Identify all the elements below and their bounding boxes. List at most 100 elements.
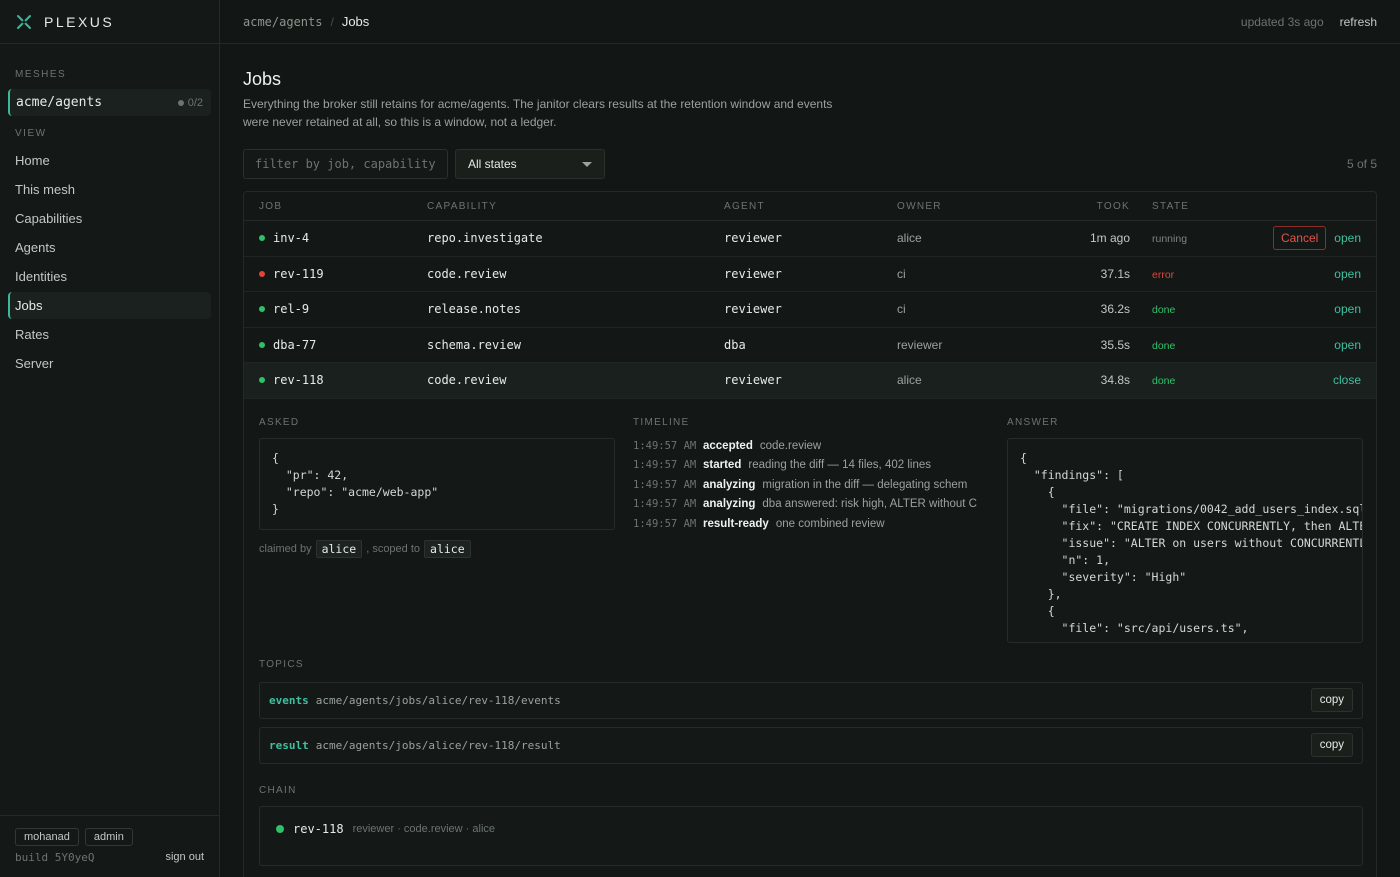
open-link[interactable]: open	[1334, 338, 1361, 352]
timeline-item: 1:49:57 AM started reading the diff — 14…	[633, 457, 991, 474]
sidebar-item-this-mesh[interactable]: This mesh	[8, 176, 211, 203]
open-link[interactable]: open	[1334, 267, 1361, 281]
asked-code: { "pr": 42, "repo": "acme/web-app" }	[259, 437, 615, 530]
role-chip: admin	[84, 828, 133, 846]
job-owner: alice	[897, 231, 922, 246]
job-capability: schema.review	[427, 337, 521, 352]
timeline-item: 1:49:57 AM analyzing migration in the di…	[633, 477, 991, 494]
main-content: Jobs Everything the broker still retains…	[243, 44, 1377, 877]
brand[interactable]: PLEXUS	[0, 0, 219, 44]
status-badge: running	[1152, 233, 1188, 246]
topics-section: TOPICS events acme/agents/jobs/alice/rev…	[259, 659, 1363, 764]
job-took: 37.1s	[1100, 266, 1130, 281]
table-row-selected[interactable]: rev-118 code.review reviewer alice 34.8s…	[244, 363, 1376, 399]
job-owner: alice	[897, 373, 922, 388]
chevron-down-icon	[582, 161, 592, 167]
copy-button[interactable]: copy	[1310, 688, 1353, 712]
timeline-kind: result-ready	[703, 517, 769, 530]
timeline-text: dba answered: risk high, ALTER without C	[762, 498, 977, 510]
sidebar-nav: Home This mesh Capabilities Agents Ident…	[0, 147, 219, 377]
table-row[interactable]: rev-119 code.review reviewer ci 37.1s er…	[244, 257, 1376, 292]
header-owner: OWNER	[897, 200, 942, 212]
table-row[interactable]: dba-77 schema.review dba reviewer 35.5s …	[244, 328, 1376, 363]
topbar: acme/agents / Jobs updated 3s ago refres…	[220, 0, 1400, 44]
timeline-time: 1:49:57 AM	[633, 517, 697, 530]
job-id: rel-9	[273, 302, 310, 317]
chain-job-id: rev-118	[293, 821, 344, 836]
jobs-table: JOB CAPABILITY AGENT OWNER TOOK STATE in…	[243, 191, 1377, 877]
user-chip: mohanad	[15, 828, 79, 846]
header-job: JOB	[259, 200, 283, 212]
topics-label: TOPICS	[259, 658, 304, 670]
answer-code[interactable]: { "findings": [ { "file": "migrations/00…	[1007, 437, 1363, 643]
job-agent: reviewer	[724, 302, 782, 317]
breadcrumb-current: Jobs	[341, 14, 370, 29]
scoped-to-value: alice	[424, 539, 471, 558]
mesh-name: acme/agents	[16, 95, 103, 110]
sidebar-footer: mohanad admin build 5Y0yeQ sign out	[0, 815, 219, 877]
table-row[interactable]: inv-4 repo.investigate reviewer alice 1m…	[244, 221, 1376, 257]
sidebar-item-identities[interactable]: Identities	[8, 263, 211, 290]
timeline-item: 1:49:57 AM result-ready one combined rev…	[633, 516, 991, 533]
chain-item[interactable]: rev-118 reviewer · code.review · alice	[259, 805, 1363, 866]
table-header: JOB CAPABILITY AGENT OWNER TOOK STATE	[244, 192, 1376, 221]
header-agent: AGENT	[724, 200, 765, 212]
timeline-label: TIMELINE	[633, 416, 690, 428]
timeline-text: code.review	[759, 439, 822, 452]
refresh-button[interactable]: refresh	[1340, 15, 1377, 29]
breadcrumb: acme/agents / Jobs	[243, 14, 369, 29]
job-capability: code.review	[427, 373, 507, 388]
sidebar-item-server[interactable]: Server	[8, 350, 211, 377]
updated-status: updated 3s ago	[1240, 14, 1324, 29]
job-id: dba-77	[273, 337, 317, 352]
topic-kind: result	[269, 738, 309, 752]
table-row[interactable]: rel-9 release.notes reviewer ci 36.2s do…	[244, 292, 1376, 328]
job-owner: ci	[897, 266, 906, 281]
breadcrumb-separator: /	[330, 14, 334, 29]
sidebar-item-agents[interactable]: Agents	[8, 234, 211, 261]
timeline-section: TIMELINE 1:49:57 AM accepted code.review…	[633, 417, 991, 536]
timeline-kind: started	[703, 459, 742, 471]
mesh-count: 0/2	[177, 97, 203, 109]
status-dot-icon	[276, 824, 284, 833]
status-dot-icon	[259, 377, 265, 384]
filter-input[interactable]: filter by job, capability	[243, 149, 448, 179]
claimed-by-value: alice	[315, 539, 363, 558]
job-id: rev-118	[273, 373, 324, 388]
sidebar-item-jobs[interactable]: Jobs	[8, 292, 211, 319]
breadcrumb-repo[interactable]: acme/agents	[243, 15, 322, 29]
page-title: Jobs	[243, 69, 282, 89]
sidebar-item-home[interactable]: Home	[8, 147, 211, 174]
timeline-text: migration in the diff — delegating schem	[762, 478, 968, 491]
job-agent: reviewer	[724, 266, 782, 281]
copy-button[interactable]: copy	[1310, 733, 1353, 757]
job-id: inv-4	[273, 231, 310, 246]
scoped-to-label: , scoped to	[366, 542, 421, 555]
state-select[interactable]: All states	[455, 149, 605, 179]
header-capability: CAPABILITY	[427, 200, 498, 212]
timeline-time: 1:49:57 AM	[633, 498, 697, 510]
sidebar-item-rates[interactable]: Rates	[8, 321, 211, 348]
answer-label: ANSWER	[1007, 416, 1059, 428]
job-took: 34.8s	[1100, 373, 1130, 388]
sidebar-item-capabilities[interactable]: Capabilities	[8, 205, 211, 232]
timeline-text: one combined review	[775, 517, 885, 530]
status-badge: error	[1152, 268, 1175, 281]
open-link[interactable]: open	[1334, 302, 1361, 316]
asked-section: ASKED { "pr": 42, "repo": "acme/web-app"…	[259, 417, 615, 558]
open-link[interactable]: open	[1334, 231, 1361, 245]
topic-path: acme/agents/jobs/alice/rev-118/result	[315, 738, 561, 752]
brand-name: PLEXUS	[44, 13, 115, 30]
sign-out-link[interactable]: sign out	[165, 851, 204, 864]
timeline-time: 1:49:57 AM	[633, 478, 697, 491]
close-link[interactable]: close	[1333, 373, 1361, 387]
mesh-item-acme-agents[interactable]: acme/agents 0/2	[8, 89, 211, 116]
status-dot-icon	[259, 270, 265, 277]
status-dot-icon	[259, 306, 265, 313]
job-capability: code.review	[427, 266, 507, 281]
timeline-time: 1:49:57 AM	[633, 439, 697, 452]
state-select-value: All states	[468, 157, 517, 171]
job-owner: ci	[897, 302, 906, 317]
timeline-kind: analyzing	[703, 478, 756, 491]
cancel-button[interactable]: Cancel	[1272, 226, 1327, 251]
